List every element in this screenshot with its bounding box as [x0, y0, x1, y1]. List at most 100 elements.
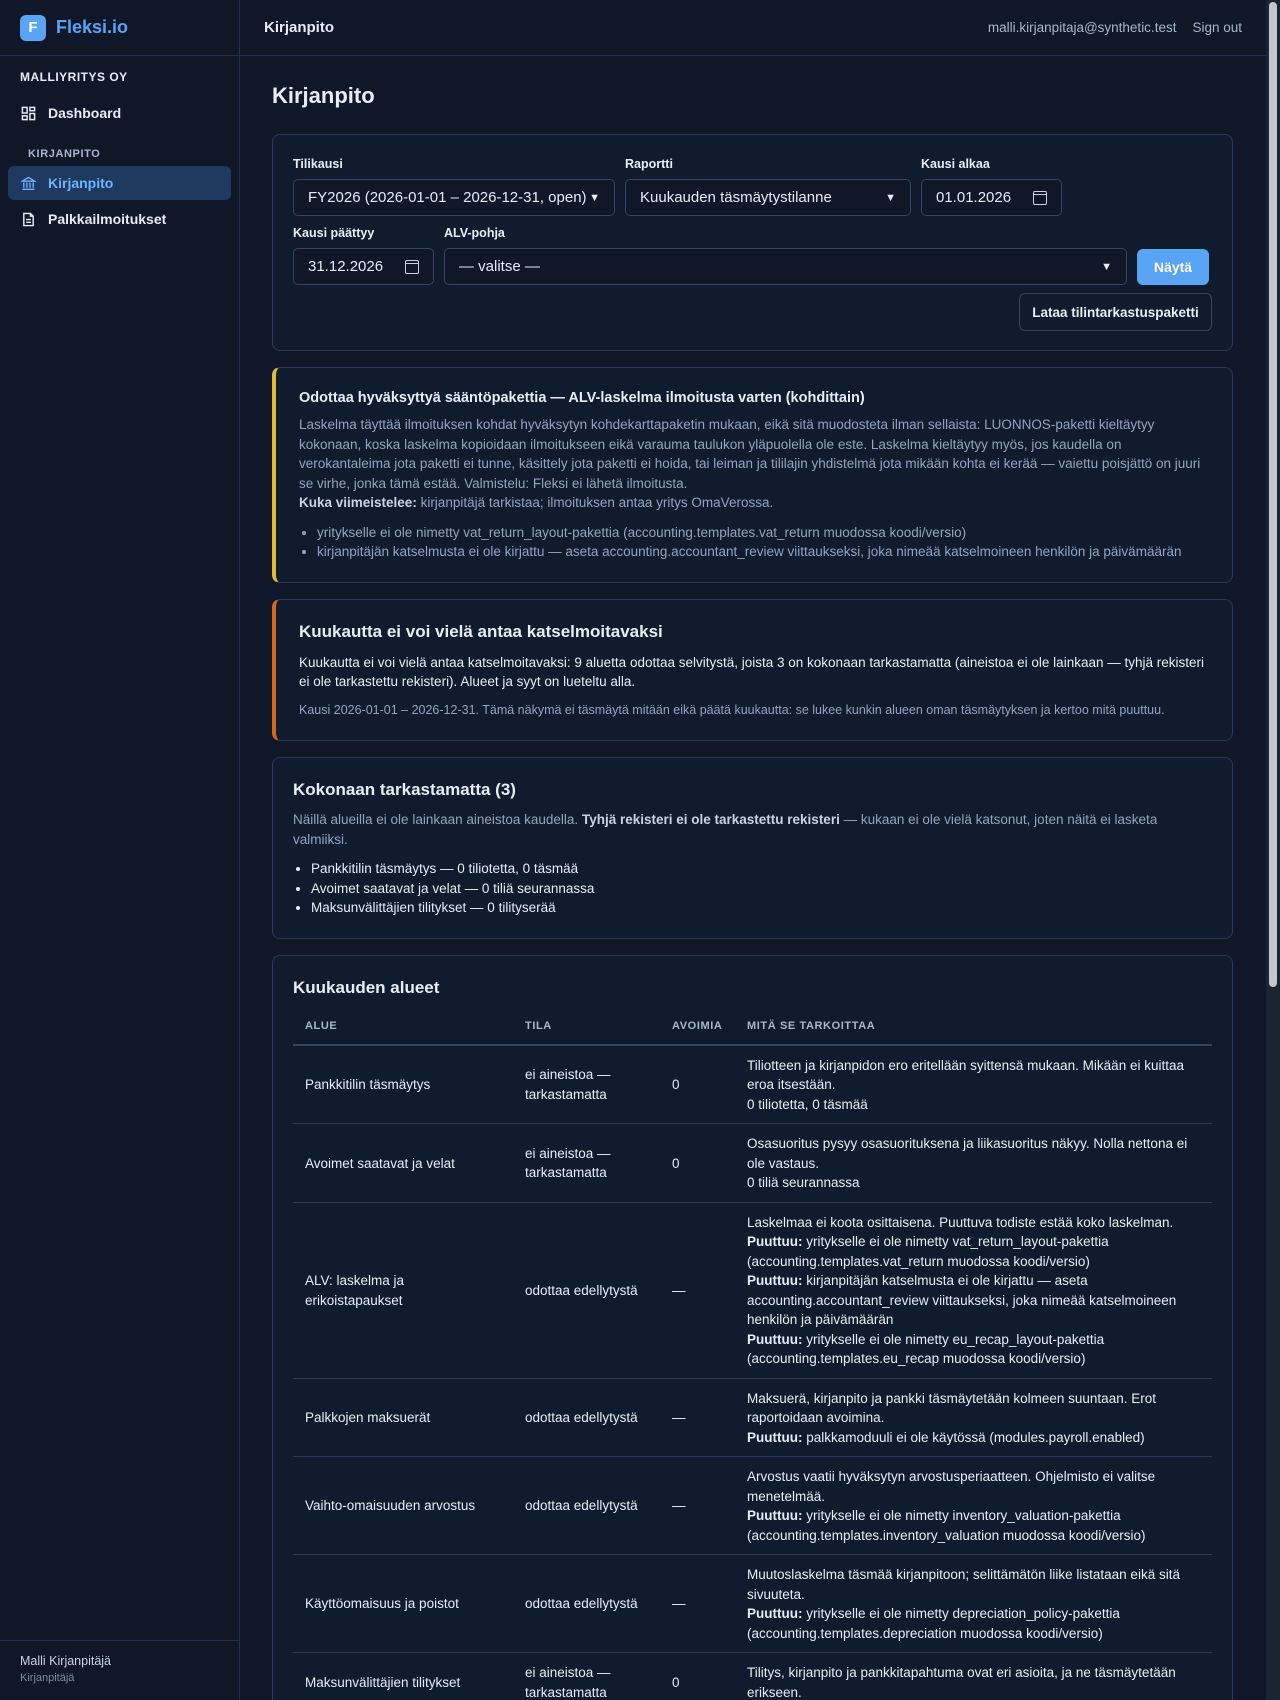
meaning-line: Puuttuu: yritykselle ei ole nimetty inve…	[747, 1506, 1200, 1545]
sidebar-item-dashboard[interactable]: Dashboard	[8, 96, 231, 130]
pending-ruleset-notice: Odottaa hyväksyttyä sääntöpakettia — ALV…	[272, 367, 1233, 583]
notice-who-text: kirjanpitäjä tarkistaa; ilmoituksen anta…	[416, 495, 774, 510]
area-meaning-cell: Tilitys, kirjanpito ja pankkitapahtuma o…	[735, 1652, 1212, 1700]
notice-who: Kuka viimeistelee: kirjanpitäjä tarkista…	[299, 493, 1210, 513]
page-title: Kirjanpito	[272, 83, 375, 108]
sidebar: F Fleksi.io MALLIYRITYS OY Dashboard KIR…	[0, 0, 240, 1700]
calendar-icon[interactable]	[1033, 190, 1047, 205]
area-status-cell: odottaa edellytystä	[513, 1378, 660, 1457]
meaning-line: 0 tiliotetta, 0 täsmää	[747, 1095, 1200, 1115]
area-meaning-cell: Laskelmaa ei koota osittaisena. Puuttuva…	[735, 1202, 1212, 1379]
column-header-meaning: MITÄ SE TARKOITTAA	[735, 1012, 1212, 1046]
table-row: Maksunvälittäjien tilitykset ei aineistoa…	[293, 1652, 1212, 1700]
notice-bullet: kirjanpitäjän katselmusta ei ole kirjatt…	[317, 542, 1210, 562]
missing-label: Puuttuu:	[747, 1508, 803, 1523]
chevron-down-icon: ▼	[589, 191, 600, 204]
report-select[interactable]: Kuukauden täsmäytystilanne ▼	[625, 179, 911, 216]
filter-panel: Tilikausi FY2026 (2026-01-01 – 2026-12-3…	[272, 134, 1233, 351]
area-name-cell: Käyttöomaisuus ja poistot	[293, 1554, 513, 1653]
table-row: Palkkojen maksuerät odottaa edellytystä — M…	[293, 1378, 1212, 1457]
table-header-row: ALUE TILA AVOIMIA MITÄ SE TARKOITTAA	[293, 1012, 1212, 1046]
sign-out-link[interactable]: Sign out	[1192, 20, 1242, 35]
area-status-cell: odottaa edellytystä	[513, 1554, 660, 1653]
area-meaning-cell: Muutoslaskelma täsmää kirjanpitoon; seli…	[735, 1554, 1212, 1653]
missing-label: Puuttuu:	[747, 1234, 803, 1249]
meaning-text: Laskelmaa ei koota osittaisena. Puuttuva…	[747, 1214, 1174, 1230]
area-open-count-cell: 0	[660, 1123, 735, 1203]
meaning-line: Tiliotteen ja kirjanpidon ero eritellään…	[747, 1056, 1200, 1095]
sidebar-item-label: Palkkailmoitukset	[48, 211, 167, 227]
area-name-cell: Avoimet saatavat ja velat	[293, 1123, 513, 1203]
meaning-line: Tilitys, kirjanpito ja pankkitapahtuma o…	[747, 1663, 1200, 1700]
areas-table-body: Pankkitilin täsmäytys ei aineistoa — tark…	[293, 1044, 1212, 1700]
table-row: Avoimet saatavat ja velat ei aineistoa — …	[293, 1123, 1212, 1203]
unchecked-intro: Näillä alueilla ei ole lainkaan aineisto…	[293, 810, 1212, 849]
user-info: Malli Kirjanpitäjä Kirjanpitäjä	[0, 1640, 239, 1700]
unchecked-intro-bold: Tyhjä rekisteri ei ole tarkastettu rekis…	[581, 812, 840, 827]
period-end-input[interactable]: 31.12.2026	[293, 248, 434, 285]
period-start-input[interactable]: 01.01.2026	[921, 179, 1062, 216]
vat-template-select[interactable]: — valitse — ▼	[444, 248, 1127, 285]
unchecked-title: Kokonaan tarkastamatta (3)	[293, 780, 516, 799]
download-audit-package-button[interactable]: Lataa tilintarkastuspaketti	[1019, 293, 1212, 331]
page-scrollbar[interactable]	[1266, 0, 1280, 1700]
list-item: Maksunvälittäjien tilitykset — 0 tilitys…	[311, 898, 1212, 918]
meaning-text: Osasuoritus pysyy osasuorituksena ja lii…	[747, 1136, 1188, 1171]
area-name-cell: Vaihto-omaisuuden arvostus	[293, 1456, 513, 1555]
brand-name: Fleksi.io	[56, 17, 129, 37]
meaning-line: Osasuoritus pysyy osasuorituksena ja lii…	[747, 1134, 1200, 1173]
meaning-text: Tiliotteen ja kirjanpidon ero eritellään…	[747, 1057, 1184, 1093]
brand[interactable]: F Fleksi.io	[0, 0, 239, 56]
topbar: Kirjanpito malli.kirjanpitaja@synthetic.…	[240, 0, 1266, 56]
dashboard-icon	[21, 106, 36, 120]
meaning-text: yritykselle ei ole nimetty depreciation_…	[747, 1606, 1120, 1641]
fiscal-year-select[interactable]: FY2026 (2026-01-01 – 2026-12-31, open) ▼	[293, 179, 615, 216]
alert-title: Kuukautta ei voi vielä antaa katselmoita…	[299, 621, 663, 641]
area-open-count-cell: —	[660, 1554, 735, 1653]
period-start-value: 01.01.2026	[936, 189, 1012, 206]
show-button[interactable]: Näytä	[1137, 249, 1209, 285]
unchecked-intro-text: Näillä alueilla ei ole lainkaan aineisto…	[293, 812, 582, 827]
meaning-text: Tilitys, kirjanpito ja pankkitapahtuma o…	[747, 1665, 1176, 1700]
sidebar-item-kirjanpito[interactable]: Kirjanpito	[8, 166, 231, 200]
meaning-text: yritykselle ei ole nimetty inventory_val…	[747, 1508, 1146, 1543]
period-start-field: Kausi alkaa 01.01.2026	[921, 157, 1062, 216]
meaning-line: Maksuerä, kirjanpito ja pankki täsmäytet…	[747, 1389, 1200, 1428]
calendar-icon[interactable]	[405, 259, 419, 274]
area-meaning-cell: Osasuoritus pysyy osasuorituksena ja lii…	[735, 1123, 1212, 1203]
meaning-text: kirjanpitäjän katselmusta ei ole kirjatt…	[747, 1273, 1177, 1327]
area-open-count-cell: 0	[660, 1044, 735, 1124]
area-open-count-cell: —	[660, 1378, 735, 1457]
fiscal-year-label: Tilikausi	[293, 157, 343, 171]
meaning-line: 0 tiliä seurannassa	[747, 1173, 1200, 1193]
meaning-line: Puuttuu: palkkamoduuli ei ole käytössä (…	[747, 1428, 1200, 1448]
fiscal-year-field: Tilikausi FY2026 (2026-01-01 – 2026-12-3…	[293, 157, 615, 216]
notice-body: Laskelma täyttää ilmoituksen kohdat hyvä…	[299, 417, 1201, 491]
brand-logo-icon: F	[20, 14, 46, 41]
period-start-label: Kausi alkaa	[921, 157, 990, 171]
document-icon	[23, 212, 34, 226]
list-item: Pankkitilin täsmäytys — 0 tiliotetta, 0 …	[311, 859, 1212, 879]
vat-template-value: — valitse —	[459, 258, 540, 275]
table-row: ALV: laskelma ja erikoistapaukset odottaa…	[293, 1202, 1212, 1379]
meaning-line: Puuttuu: kirjanpitäjän katselmusta ei ol…	[747, 1271, 1200, 1330]
scrollbar-thumb[interactable]	[1269, 2, 1277, 987]
missing-label: Puuttuu:	[747, 1331, 803, 1347]
user-email: malli.kirjanpitaja@synthetic.test	[987, 20, 1177, 35]
area-status-cell: odottaa edellytystä	[513, 1202, 660, 1379]
missing-label: Puuttuu:	[747, 1606, 803, 1621]
period-end-field: Kausi päättyy 31.12.2026	[293, 226, 434, 285]
area-name-cell: Pankkitilin täsmäytys	[293, 1044, 513, 1124]
period-end-label: Kausi päättyy	[293, 226, 375, 240]
table-row: Pankkitilin täsmäytys ei aineistoa — tark…	[293, 1044, 1212, 1124]
missing-label: Puuttuu:	[747, 1429, 803, 1445]
meaning-text: yritykselle ei ole nimetty vat_return_la…	[747, 1234, 1109, 1269]
meaning-text: palkkamoduuli ei ole käytössä (modules.p…	[802, 1429, 1145, 1445]
report-field: Raportti Kuukauden täsmäytystilanne ▼	[625, 157, 911, 216]
sidebar-item-palkkailmoitukset[interactable]: Palkkailmoitukset	[8, 202, 231, 236]
vat-template-field: ALV-pohja — valitse — ▼	[444, 226, 1127, 285]
meaning-text: 0 tiliä seurannassa	[747, 1175, 860, 1190]
meaning-text: Maksuerä, kirjanpito ja pankki täsmäytet…	[747, 1390, 1156, 1426]
missing-label: Puuttuu:	[747, 1273, 803, 1288]
company-name: MALLIYRITYS OY	[20, 70, 128, 84]
